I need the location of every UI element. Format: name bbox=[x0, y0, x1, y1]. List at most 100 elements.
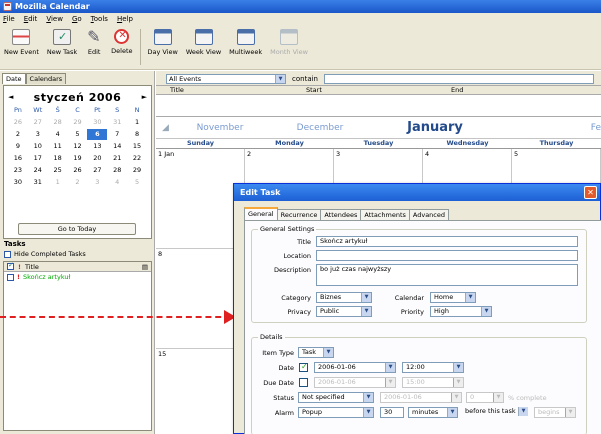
alarm-units-select[interactable]: minutes ▼ bbox=[408, 407, 458, 418]
week-view-button[interactable]: Week View bbox=[182, 29, 225, 56]
task-row[interactable]: ! Skończ artykuł bbox=[4, 272, 151, 282]
mini-calendar-day[interactable]: 23 bbox=[8, 165, 28, 176]
mini-calendar-day[interactable]: 4 bbox=[48, 129, 68, 140]
mini-calendar-day[interactable]: 28 bbox=[48, 117, 68, 128]
mini-calendar-day[interactable]: 28 bbox=[107, 165, 127, 176]
tab-calendars[interactable]: Calendars bbox=[25, 73, 67, 84]
edit-button[interactable]: Edit bbox=[81, 27, 107, 56]
mini-calendar-day[interactable]: 25 bbox=[48, 165, 68, 176]
mini-calendar-day[interactable]: 22 bbox=[127, 153, 147, 164]
due-time-picker[interactable]: 15:00 ▼ bbox=[402, 377, 464, 388]
task-completed-checkbox[interactable] bbox=[7, 273, 14, 281]
filter-text-input[interactable] bbox=[323, 74, 594, 84]
mini-calendar-day[interactable]: 2 bbox=[8, 129, 28, 140]
percent-complete-select[interactable]: 0 ▼ bbox=[466, 392, 504, 403]
priority-select[interactable]: High ▼ bbox=[430, 306, 492, 317]
mini-calendar-day[interactable]: 8 bbox=[127, 129, 147, 140]
mini-calendar-day[interactable]: 2 bbox=[68, 177, 88, 188]
mini-calendar-day[interactable]: 4 bbox=[107, 177, 127, 188]
description-input[interactable]: bo już czas najwyższy bbox=[316, 264, 578, 286]
mini-calendar-day[interactable]: 20 bbox=[87, 153, 107, 164]
menu-view[interactable]: View bbox=[46, 15, 63, 23]
item-type-select[interactable]: Task ▼ bbox=[298, 347, 334, 358]
month-day-cell[interactable]: 1 Jan bbox=[156, 149, 245, 249]
mini-calendar-day[interactable]: 7 bbox=[107, 129, 127, 140]
menu-edit[interactable]: Edit bbox=[24, 15, 38, 23]
mini-calendar-day-selected[interactable]: 6 bbox=[87, 129, 108, 140]
tab-general[interactable]: General bbox=[244, 207, 278, 221]
mini-calendar-day[interactable]: 21 bbox=[107, 153, 127, 164]
location-input[interactable] bbox=[316, 250, 578, 261]
mini-calendar-day[interactable]: 11 bbox=[48, 141, 68, 152]
mini-calendar-day[interactable]: 14 bbox=[107, 141, 127, 152]
mini-calendar-day[interactable]: 31 bbox=[28, 177, 48, 188]
priority-column-header[interactable]: ! bbox=[18, 263, 21, 271]
mini-calendar-day[interactable]: 27 bbox=[87, 165, 107, 176]
mini-calendar-day[interactable]: 29 bbox=[68, 117, 88, 128]
mini-calendar-day[interactable]: 24 bbox=[28, 165, 48, 176]
new-task-button[interactable]: New Task bbox=[43, 29, 81, 56]
close-icon[interactable]: ✕ bbox=[584, 186, 597, 199]
day-view-button[interactable]: Day View bbox=[144, 29, 182, 56]
completed-column-checkbox[interactable] bbox=[7, 261, 14, 270]
mini-calendar-day[interactable]: 9 bbox=[8, 141, 28, 152]
delete-button[interactable]: Delete bbox=[107, 29, 136, 55]
tab-date[interactable]: Date bbox=[2, 73, 26, 84]
menu-go[interactable]: Go bbox=[72, 15, 82, 23]
mini-calendar-day[interactable]: 18 bbox=[48, 153, 68, 164]
mini-calendar-day[interactable]: 30 bbox=[8, 177, 28, 188]
month-link-february[interactable]: Fe bbox=[494, 123, 601, 133]
mini-calendar-day[interactable]: 30 bbox=[87, 117, 107, 128]
month-view-button[interactable]: Month View bbox=[266, 29, 312, 56]
previous-months-arrow-icon[interactable]: ◢ bbox=[156, 123, 176, 133]
column-title[interactable]: Title bbox=[156, 86, 306, 94]
mini-calendar-day[interactable]: 5 bbox=[68, 129, 88, 140]
privacy-select[interactable]: Public ▼ bbox=[316, 306, 372, 317]
date-checkbox[interactable] bbox=[299, 362, 308, 372]
mini-calendar-day[interactable]: 29 bbox=[127, 165, 147, 176]
new-event-button[interactable]: New Event bbox=[0, 29, 43, 56]
due-date-picker[interactable]: 2006-01-06 ▼ bbox=[314, 377, 396, 388]
alarm-amount-input[interactable]: 30 bbox=[380, 407, 404, 418]
date-picker[interactable]: 2006-01-06 ▼ bbox=[314, 362, 396, 373]
mini-calendar-day[interactable]: 3 bbox=[28, 129, 48, 140]
mini-calendar-day[interactable]: 13 bbox=[87, 141, 107, 152]
hide-completed-option[interactable]: Hide Completed Tasks bbox=[4, 250, 86, 258]
mini-calendar-day[interactable]: 16 bbox=[8, 153, 28, 164]
prev-month-arrow-icon[interactable]: ◄ bbox=[8, 93, 13, 101]
mini-calendar-day[interactable]: 5 bbox=[127, 177, 147, 188]
status-select[interactable]: Not specified ▼ bbox=[298, 392, 374, 403]
event-list[interactable] bbox=[156, 95, 601, 117]
mini-calendar-day[interactable]: 1 bbox=[48, 177, 68, 188]
title-column-header[interactable]: Title bbox=[25, 263, 39, 271]
month-day-cell[interactable]: 8 bbox=[156, 249, 245, 349]
menu-tools[interactable]: Tools bbox=[91, 15, 108, 23]
title-input[interactable]: Skończ artykuł bbox=[316, 236, 578, 247]
event-scope-select[interactable]: All Events ▼ bbox=[166, 74, 286, 84]
due-date-checkbox[interactable] bbox=[299, 378, 308, 387]
month-day-cell[interactable]: 15 bbox=[156, 349, 245, 434]
menu-file[interactable]: File bbox=[3, 15, 15, 23]
time-picker[interactable]: 12:00 ▼ bbox=[402, 362, 464, 373]
mini-calendar-day[interactable]: 19 bbox=[68, 153, 88, 164]
mini-calendar-day[interactable]: 31 bbox=[107, 117, 127, 128]
status-date-picker[interactable]: 2006-01-06 ▼ bbox=[380, 392, 462, 403]
menu-help[interactable]: Help bbox=[117, 15, 133, 23]
mini-calendar-day[interactable]: 15 bbox=[127, 141, 147, 152]
go-to-today-button[interactable]: Go to Today bbox=[18, 223, 136, 235]
category-select[interactable]: Biznes ▼ bbox=[316, 292, 372, 303]
column-end[interactable]: End bbox=[451, 86, 463, 94]
multiweek-view-button[interactable]: Multiweek bbox=[225, 29, 266, 56]
month-link-november[interactable]: November bbox=[176, 123, 264, 133]
mini-calendar-day[interactable]: 10 bbox=[28, 141, 48, 152]
alarm-type-select[interactable]: Popup ▼ bbox=[298, 407, 374, 418]
column-picker-icon[interactable]: ▤ bbox=[142, 263, 151, 271]
alarm-relation-select[interactable]: before this task ▼ bbox=[462, 407, 528, 418]
calendar-select[interactable]: Home ▼ bbox=[430, 292, 476, 303]
month-link-december[interactable]: December bbox=[264, 123, 376, 133]
mini-calendar-day[interactable]: 1 bbox=[127, 117, 147, 128]
mini-calendar-day[interactable]: 27 bbox=[28, 117, 48, 128]
alarm-anchor-select[interactable]: begins ▼ bbox=[534, 407, 576, 418]
next-month-arrow-icon[interactable]: ► bbox=[142, 93, 147, 101]
column-start[interactable]: Start bbox=[306, 86, 451, 94]
